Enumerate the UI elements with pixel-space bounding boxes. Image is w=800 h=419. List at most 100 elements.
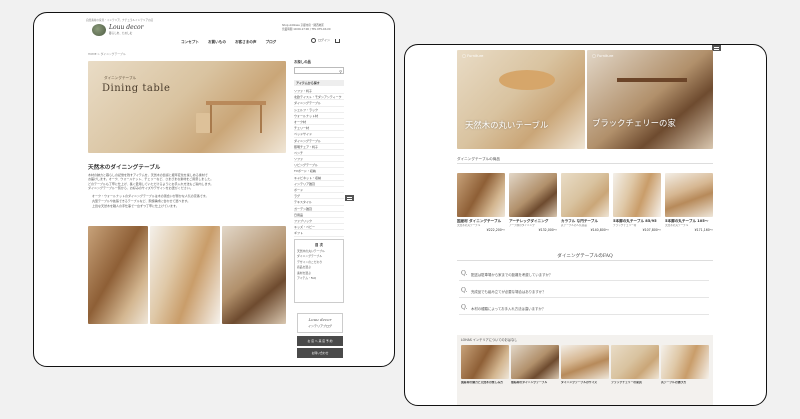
sidebar-search-title: お探しの品: [294, 60, 311, 64]
breadcrumb[interactable]: HOME > ダイニングテーブル: [88, 52, 126, 56]
article-image[interactable]: [611, 345, 659, 379]
product-image[interactable]: [665, 173, 713, 217]
blog-banner-label: インテリアブログ: [307, 324, 332, 328]
main-nav: コンセプト お買いもの お客さまの声 ブログ: [181, 40, 276, 44]
faq-question[interactable]: 完成品でも組み立てが必要な場合はありますか？: [471, 289, 546, 294]
blog-banner-logo: Louu decor: [308, 317, 332, 322]
panel2-caption: ブラックチェリーの家: [592, 118, 676, 128]
bullet-list: オーク・ウォールナットのダイニングテーブルは木の風合いが豊かな人気の定番です。 …: [92, 194, 284, 209]
left-page-screenshot: 自然素材の家具・インテリア。ナチュラルインテリアの店 Louu decor 暮ら…: [33, 12, 395, 367]
article-card[interactable]: ダイニングテーブルのサイズ: [561, 345, 609, 385]
article-title[interactable]: 丸テーブルの選び方: [661, 381, 709, 385]
search-icon[interactable]: ⚲: [339, 69, 342, 74]
faq-item[interactable]: Q. 完成品でも組み立てが必要な場合はありますか？: [459, 284, 709, 298]
top-tagline: 自然素材の家具・インテリア。ナチュラルインテリアの店: [86, 19, 154, 22]
table-leg-shape: [260, 105, 262, 133]
logo-script[interactable]: Louu decor: [109, 24, 143, 31]
gallery-image-1: [88, 226, 148, 324]
right-page-screenshot: ◯ Furniture 天然木の丸いテーブル ◯ Furniture ブラックチ…: [404, 44, 767, 406]
articles-heading: LOHAS インテリアについてのおはなし: [461, 338, 518, 342]
hero-title: Dining table: [102, 83, 171, 94]
article-title[interactable]: 無垢材のダイニングテーブル: [511, 381, 559, 385]
cherry-table-shape: [617, 78, 687, 82]
nav-blog[interactable]: ブログ: [266, 40, 277, 44]
nav-shopping[interactable]: お買いもの: [208, 40, 226, 44]
product-title[interactable]: 5本脚の丸テーブル 85/95: [613, 219, 661, 224]
panel2-label-text: Furniture: [597, 54, 614, 58]
nav-concept[interactable]: コンセプト: [181, 40, 199, 44]
contact-button[interactable]: お問い合わせ: [297, 348, 343, 358]
product-card[interactable]: アーチレッグダイニング アーチ脚のダイニング ¥132,000〜: [509, 173, 557, 232]
product-card[interactable]: 国産材 ダイニングテーブル 天然木の丸テーブル ¥222,200〜: [457, 173, 505, 232]
round-table-shape: [499, 70, 555, 90]
section-body: 木材の魅力と暮らしの記憶を残すアイテムを、天然木の質感と経年変化を楽しめる素材で…: [88, 173, 286, 190]
hero-subtitle: ダイニングテーブル: [104, 76, 137, 80]
logo-tree-icon: [92, 24, 106, 36]
product-card[interactable]: 5本脚の丸テーブル 85/95 ブラックチェリー材 ¥107,800〜: [613, 173, 661, 232]
menu-toggle-icon[interactable]: [712, 45, 721, 51]
product-card[interactable]: 5本脚の丸テーブル 105〜 天然木の丸テーブル ¥171,160〜: [665, 173, 713, 232]
sidebar-toc-box: 目 次 天然木の丸いテーブル ダイニングテーブル デザインのこだわり 商品を選ぶ…: [294, 239, 344, 303]
faq-item[interactable]: Q. 木材の種類によってお手入れ方法は違いますか？: [459, 301, 709, 315]
toc-link[interactable]: アイテム・FAQ: [297, 276, 341, 281]
menu-toggle-icon[interactable]: [345, 195, 354, 201]
sidebar-link[interactable]: ギフト: [294, 230, 344, 237]
product-price: ¥222,200〜: [486, 228, 505, 233]
article-image[interactable]: [661, 345, 709, 379]
article-card[interactable]: ブラックチェリーの家具: [611, 345, 659, 385]
gallery-image-3: [222, 226, 286, 324]
article-title[interactable]: ブラックチェリーの家具: [611, 381, 659, 385]
product-price: ¥107,800〜: [642, 228, 661, 233]
blog-banner[interactable]: Louu decor インテリアブログ: [297, 313, 343, 333]
product-image[interactable]: [561, 173, 609, 217]
login-link[interactable]: ログイン: [318, 38, 330, 43]
logo-tagline: 暮らしを、たのしむ: [109, 32, 133, 35]
shop-info-2: 営業時間 10:00-17:00 / TEL 075-XX-XX: [282, 28, 331, 31]
product-price: ¥132,000〜: [538, 228, 557, 233]
product-image[interactable]: [613, 173, 661, 217]
divider: [457, 163, 713, 164]
sidebar-category-list: ソファ・椅子 北欧テイスト・モダンアンティーク ダイニングテーブル シェルフ・ラ…: [294, 88, 344, 237]
cart-icon[interactable]: [335, 39, 340, 43]
product-list-heading: ダイニングテーブルの商品: [457, 157, 500, 161]
article-card[interactable]: 無垢材のダイニングテーブル: [511, 345, 559, 385]
product-price: ¥140,800〜: [590, 228, 609, 233]
faq-question[interactable]: 配送は駐車場から家までの距離を考慮していますか？: [471, 272, 552, 277]
panel1-label-text: Furniture: [467, 54, 484, 58]
faq-heading: ダイニングテーブルのFAQ: [557, 254, 613, 259]
nav-voices[interactable]: お客さまの声: [235, 40, 257, 44]
article-image[interactable]: [561, 345, 609, 379]
user-icon[interactable]: [311, 38, 316, 43]
product-title[interactable]: 国産材 ダイニングテーブル: [457, 219, 505, 224]
visit-reserve-button[interactable]: お 店 へ 来 店 予 約: [297, 336, 343, 346]
feature-panel-round-table[interactable]: [457, 50, 585, 149]
feature-panel-black-cherry[interactable]: [587, 50, 713, 149]
panel2-label: ◯ Furniture: [592, 54, 614, 58]
sidebar-search-box[interactable]: ⚲: [294, 67, 344, 85]
product-image[interactable]: [509, 173, 557, 217]
table-top-shape: [206, 101, 266, 105]
panel1-label: ◯ Furniture: [462, 54, 484, 58]
divider: [457, 260, 713, 261]
section-title: 天然木のダイニングテーブル: [88, 165, 161, 171]
gallery-image-2: [150, 226, 220, 324]
faq-q-icon: Q.: [461, 304, 468, 311]
article-row: 国産材の魅力と天然木の楽しみ方 無垢材のダイニングテーブル ダイニングテーブルの…: [461, 345, 711, 401]
faq-question[interactable]: 木材の種類によってお手入れ方法は違いますか？: [471, 306, 545, 311]
faq-item[interactable]: Q. 配送は駐車場から家までの距離を考慮していますか？: [459, 267, 709, 281]
product-image[interactable]: [457, 173, 505, 217]
faq-q-icon: Q.: [461, 270, 468, 277]
product-card[interactable]: カラフル な円テーブル 丸テーブルの人気商品 ¥140,800〜: [561, 173, 609, 232]
article-card[interactable]: 丸テーブルの選び方: [661, 345, 709, 385]
article-card[interactable]: 国産材の魅力と天然木の楽しみ方: [461, 345, 509, 385]
article-image[interactable]: [511, 345, 559, 379]
article-title[interactable]: ダイニングテーブルのサイズ: [561, 381, 609, 385]
faq-q-icon: Q.: [461, 287, 468, 294]
article-title[interactable]: 国産材の魅力と天然木の楽しみ方: [461, 381, 509, 385]
product-title[interactable]: 5本脚の丸テーブル 105〜: [665, 219, 713, 224]
panel1-caption: 天然木の丸いテーブル: [465, 120, 549, 130]
toc-title: 目 次: [315, 243, 323, 247]
product-price: ¥171,160〜: [694, 228, 713, 233]
article-image[interactable]: [461, 345, 509, 379]
chair-shape: [196, 113, 210, 133]
